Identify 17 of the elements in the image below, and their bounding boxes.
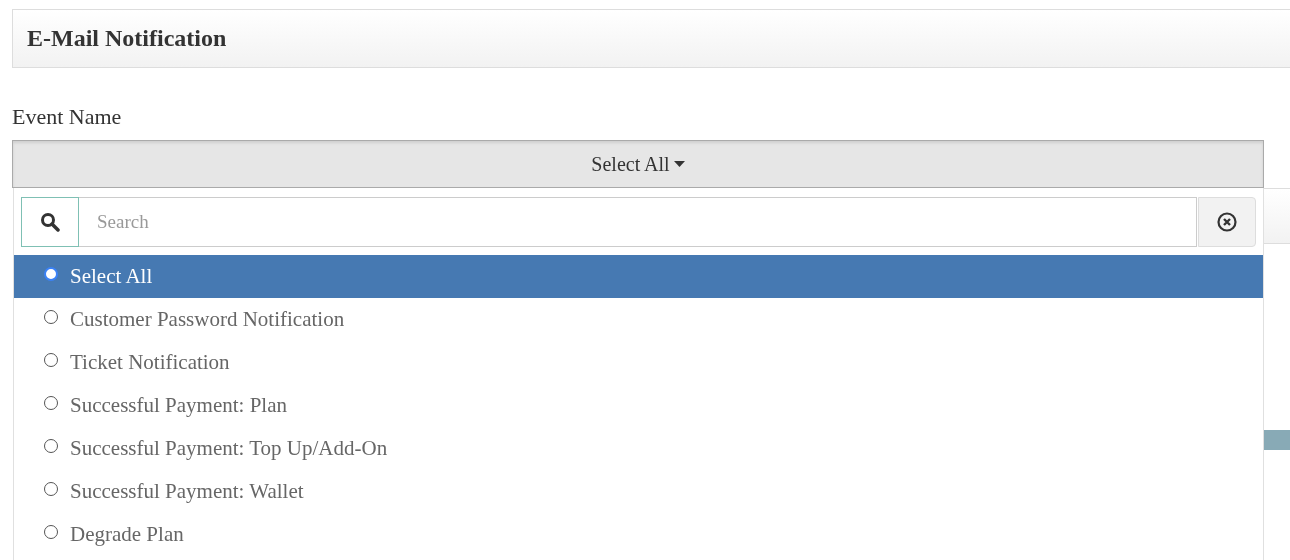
radio-icon [44,438,58,453]
radio-icon [44,266,58,281]
radio-icon [44,395,58,410]
radio-icon [44,309,58,324]
close-icon [1217,212,1238,232]
dropdown-option[interactable]: Select All [14,255,1263,298]
dropdown-button[interactable]: Select All [12,140,1264,188]
corner-block [1264,430,1290,450]
radio-icon [44,481,58,496]
search-icon [40,212,60,232]
caret-icon [673,161,685,167]
clear-button[interactable] [1198,197,1256,247]
radio-icon [44,524,58,539]
field-label: Event Name [12,104,123,130]
radio-icon [44,352,58,367]
panel-title: E-Mail Notification [27,25,227,52]
search-field[interactable]: Search [79,197,1198,247]
